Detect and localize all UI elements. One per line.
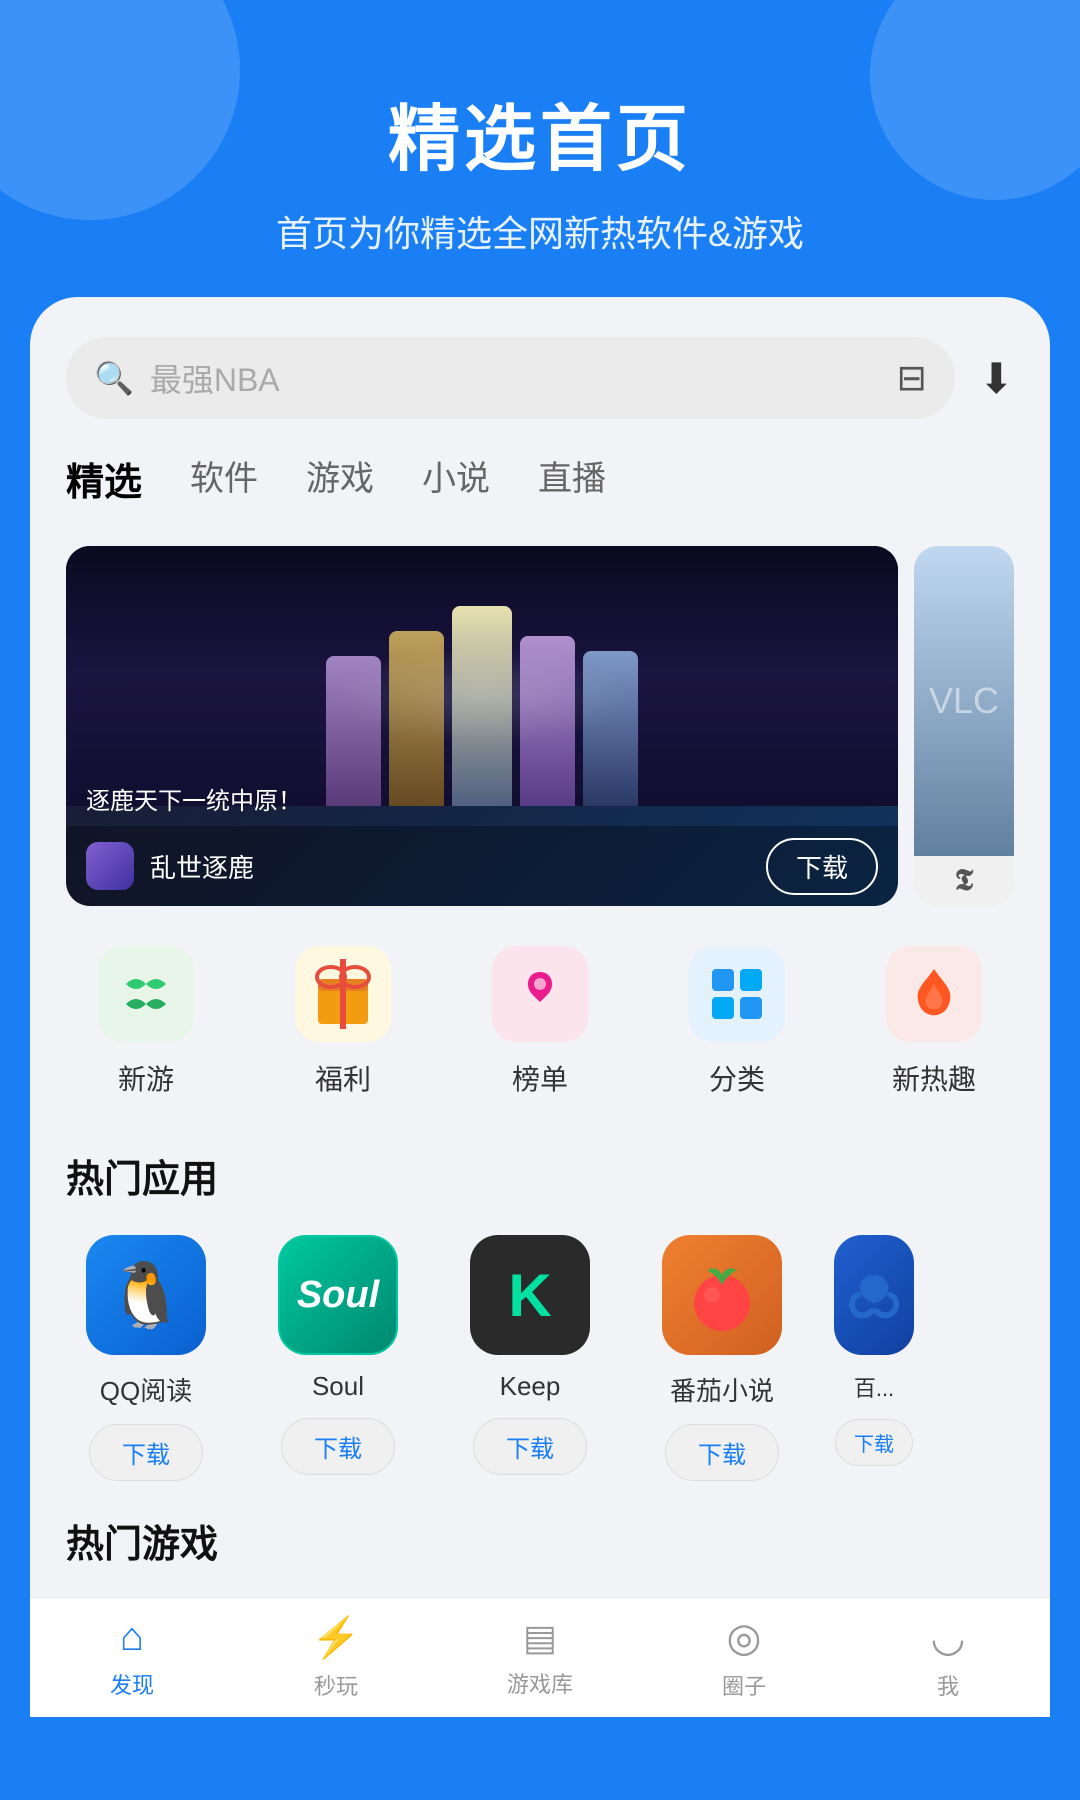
banner-artwork [66,546,898,806]
category-new-games[interactable]: 新游 [66,946,226,1098]
nav-discover-label: 发现 [110,1668,154,1700]
category-welfare-icon [295,946,391,1042]
search-row: 🔍 最强NBA ⊟ ⬇ [30,337,1050,419]
app-item-keep: K Keep 下载 [450,1235,610,1481]
app-icon-fq [662,1235,782,1355]
nav-discover[interactable]: ⌂ 发现 [30,1598,234,1717]
download-btn-fq[interactable]: 下载 [665,1424,779,1481]
bottom-nav: ⌂ 发现 ⚡ 秒玩 ▤ 游戏库 ◎ 圈子 ◡ 我 [30,1597,1050,1717]
category-classify-label: 分类 [709,1058,765,1098]
app-item-qq-read: 🐧 QQ阅读 下载 [66,1235,226,1481]
app-name-soul: Soul [312,1371,364,1402]
hot-apps-title: 热门应用 [66,1148,1014,1203]
category-row: 新游 福利 榜单 [30,946,1050,1098]
page-subtitle: 首页为你精选全网新热软件&游戏 [0,205,1080,257]
nav-discover-icon: ⌂ [120,1615,144,1660]
category-ranking-label: 榜单 [512,1058,568,1098]
banner-side[interactable]: VLC 𝕿 [914,546,1014,906]
app-item-fq: 番茄小说 下载 [642,1235,802,1481]
tab-games[interactable]: 游戏 [306,451,374,514]
nav-tabs: 精选 软件 游戏 小说 直播 [30,451,1050,514]
header: 精选首页 首页为你精选全网新热软件&游戏 [0,0,1080,297]
category-welfare[interactable]: 福利 [263,946,423,1098]
download-btn-baidu[interactable]: 下载 [835,1419,913,1466]
nav-instant-play[interactable]: ⚡ 秒玩 [234,1598,438,1717]
nav-instant-play-icon: ⚡ [311,1614,361,1661]
nav-instant-play-label: 秒玩 [314,1669,358,1701]
app-item-soul: Soul Soul 下载 [258,1235,418,1481]
category-trending-label: 新热趣 [892,1058,976,1098]
tab-live[interactable]: 直播 [538,451,606,514]
download-btn-keep[interactable]: 下载 [473,1418,587,1475]
app-name-qq-read: QQ阅读 [100,1371,192,1408]
banner-bottom-bar: 乱世逐鹿 下载 [66,826,898,906]
nav-game-library[interactable]: ▤ 游戏库 [438,1598,642,1717]
nav-community[interactable]: ◎ 圈子 [642,1598,846,1717]
nav-profile-icon: ◡ [931,1615,966,1661]
app-icon-soul: Soul [278,1235,398,1355]
app-name-baidu: 百... [854,1371,894,1403]
nav-community-icon: ◎ [727,1615,762,1661]
download-btn-qq-read[interactable]: 下载 [89,1424,203,1481]
category-trending-icon [886,946,982,1042]
tab-software[interactable]: 软件 [190,451,258,514]
search-input[interactable]: 最强NBA [150,355,881,401]
download-manager-icon[interactable]: ⬇ [979,354,1014,403]
page-title: 精选首页 [0,80,1080,185]
hot-apps-section: 热门应用 🐧 QQ阅读 下载 Soul Soul 下载 [30,1148,1050,1481]
nav-community-label: 圈子 [722,1669,766,1701]
app-item-baidu: 百... 下载 [834,1235,914,1481]
category-classify[interactable]: 分类 [657,946,817,1098]
keep-k: K [508,1261,551,1330]
banner-tagline: 逐鹿天下一统中原！ [86,781,302,816]
tab-novels[interactable]: 小说 [422,451,490,514]
app-row: 🐧 QQ阅读 下载 Soul Soul 下载 K Keep 下 [66,1235,1014,1481]
nav-game-library-icon: ▤ [523,1617,557,1659]
category-welfare-label: 福利 [315,1058,371,1098]
nav-game-library-label: 游戏库 [507,1667,573,1699]
category-new-games-label: 新游 [118,1058,174,1098]
nav-profile[interactable]: ◡ 我 [846,1598,1050,1717]
banner-side-label: 𝕿 [914,856,1014,906]
nav-profile-label: 我 [937,1669,959,1701]
soul-text: Soul [297,1274,379,1317]
category-ranking-icon [492,946,588,1042]
tab-featured[interactable]: 精选 [66,451,142,514]
scan-icon[interactable]: ⊟ [897,357,927,399]
search-bar[interactable]: 🔍 最强NBA ⊟ [66,337,955,419]
banner-main[interactable]: 逐鹿天下一统中原！ 乱世逐鹿 下载 [66,546,898,906]
category-new-games-icon [98,946,194,1042]
category-trending[interactable]: 新热趣 [854,946,1014,1098]
app-icon-baidu [834,1235,914,1355]
hot-games-title: 热门游戏 [66,1513,1014,1568]
category-classify-icon [689,946,785,1042]
banner-download-button[interactable]: 下载 [766,838,878,895]
banner-app-icon [86,842,134,890]
app-icon-qq-read: 🐧 [86,1235,206,1355]
app-icon-keep: K [470,1235,590,1355]
category-ranking[interactable]: 榜单 [460,946,620,1098]
banner-wrap: 逐鹿天下一统中原！ 乱世逐鹿 下载 VLC 𝕿 [30,546,1050,906]
main-card: 🔍 最强NBA ⊟ ⬇ 精选 软件 游戏 小说 直播 [30,297,1050,1717]
banner-app-name: 乱世逐鹿 [150,848,750,885]
download-btn-soul[interactable]: 下载 [281,1418,395,1475]
banner-side-image: VLC [914,546,1014,856]
app-name-keep: Keep [500,1371,561,1402]
app-name-fq: 番茄小说 [670,1371,774,1408]
search-icon: 🔍 [94,359,134,397]
